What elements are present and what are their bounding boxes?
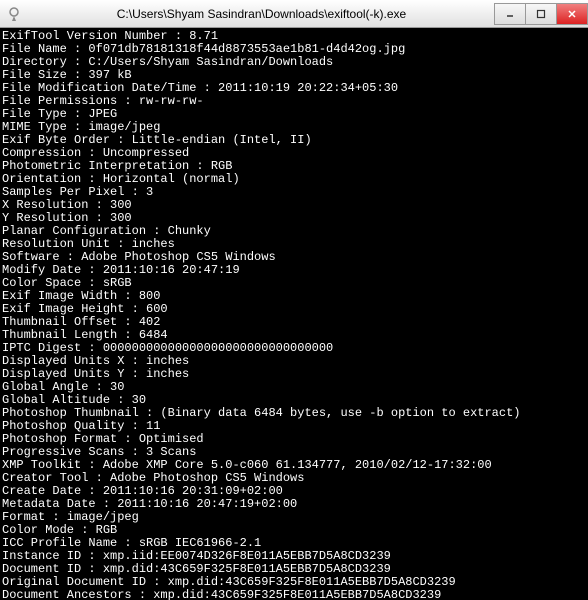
titlebar: C:\Users\Shyam Sasindran\Downloads\exift… xyxy=(0,0,588,28)
window-buttons xyxy=(495,3,588,25)
output-line: Document Ancestors : xmp.did:43C659F325F… xyxy=(2,589,586,600)
minimize-button[interactable] xyxy=(494,3,526,25)
maximize-button[interactable] xyxy=(525,3,557,25)
console-output[interactable]: ExifTool Version Number : 8.71File Name … xyxy=(0,28,588,600)
close-button[interactable] xyxy=(556,3,588,25)
app-icon xyxy=(4,4,24,24)
window: C:\Users\Shyam Sasindran\Downloads\exift… xyxy=(0,0,588,600)
window-title: C:\Users\Shyam Sasindran\Downloads\exift… xyxy=(28,7,495,21)
